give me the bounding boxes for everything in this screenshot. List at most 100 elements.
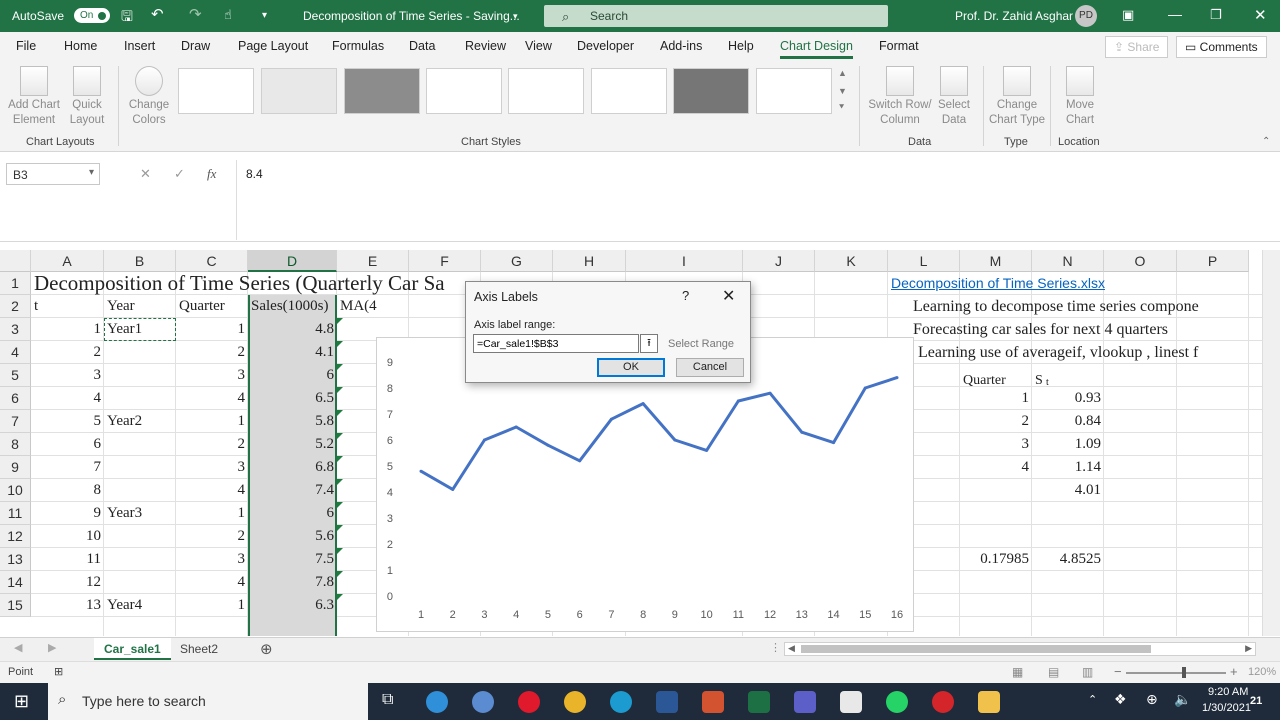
restore-icon[interactable]: ❐ (1210, 7, 1222, 23)
horizontal-scrollbar[interactable]: ◀ ▶ (784, 642, 1256, 656)
row-header-15[interactable]: 15 (0, 594, 31, 617)
tab-view[interactable]: View (525, 39, 552, 53)
store-icon[interactable] (840, 691, 862, 713)
zoom-level[interactable]: 120% (1248, 666, 1276, 678)
powerpoint-icon[interactable] (702, 691, 724, 713)
windows-start-icon[interactable]: ⊞ (14, 691, 29, 712)
tab-data[interactable]: Data (409, 39, 435, 53)
tab-help[interactable]: Help (728, 39, 754, 53)
row-header-10[interactable]: 10 (0, 479, 31, 502)
help-icon[interactable]: ? (682, 288, 689, 303)
gallery-scroll-up-icon[interactable]: ▲ (838, 68, 847, 78)
gallery-scroll-down-icon[interactable]: ▼ (838, 86, 847, 96)
row-header-1[interactable]: 1 (0, 272, 31, 295)
avatar[interactable]: PD (1075, 5, 1097, 27)
minimize-icon[interactable]: — (1168, 6, 1182, 22)
dialog-close-icon[interactable]: ✕ (722, 286, 735, 306)
notification-badge[interactable]: 21 (1250, 695, 1262, 707)
touch-mode-icon[interactable]: ☝ (224, 7, 232, 23)
column-header-h[interactable]: H (553, 250, 626, 272)
axis-label-range-input[interactable] (473, 334, 639, 353)
scroll-sheets-left-icon[interactable]: ◀ (14, 641, 22, 654)
comments-button[interactable]: ▭ Comments (1176, 36, 1267, 58)
autosave-toggle[interactable]: On (74, 8, 110, 23)
volume-icon[interactable]: 🔈 (1174, 691, 1191, 708)
opera-icon[interactable] (518, 691, 540, 713)
column-header-g[interactable]: G (481, 250, 553, 272)
vertical-scrollbar[interactable] (1262, 250, 1280, 636)
undo-icon[interactable]: ↶ (151, 5, 164, 23)
row-header-13[interactable]: 13 (0, 548, 31, 571)
network-icon[interactable]: ⊕ (1146, 691, 1158, 708)
dropbox-icon[interactable]: ❖ (1114, 691, 1127, 708)
select-data-button[interactable]: Select Data (934, 66, 974, 128)
page-break-view-icon[interactable]: ▥ (1082, 665, 1093, 679)
zoom-slider[interactable] (1126, 672, 1226, 674)
name-box[interactable]: B3 (6, 163, 100, 185)
page-layout-view-icon[interactable]: ▤ (1048, 665, 1059, 679)
chart-style-5[interactable] (508, 68, 584, 114)
row-header-3[interactable]: 3 (0, 318, 31, 341)
tab-draw[interactable]: Draw (181, 39, 210, 53)
collapse-ribbon-icon[interactable]: ⌃ (1262, 136, 1270, 147)
confirm-entry-icon[interactable]: ✓ (174, 166, 185, 182)
close-icon[interactable]: ✕ (1254, 6, 1267, 24)
tab-add-ins[interactable]: Add-ins (660, 39, 702, 53)
clock-date[interactable]: 1/30/2021 (1202, 702, 1251, 714)
column-header-n[interactable]: N (1032, 250, 1104, 272)
scroll-thumb[interactable] (801, 645, 1151, 653)
sheet-tab-car-sale1[interactable]: Car_sale1 (94, 638, 171, 660)
row-header-12[interactable]: 12 (0, 525, 31, 548)
chart-style-2[interactable] (261, 68, 337, 114)
tab-developer[interactable]: Developer (577, 39, 634, 53)
change-chart-type-button[interactable]: Change Chart Type (988, 66, 1046, 128)
normal-view-icon[interactable]: ▦ (1012, 665, 1023, 679)
column-header-l[interactable]: L (888, 250, 960, 272)
zoom-in-icon[interactable]: + (1230, 664, 1238, 679)
column-header-k[interactable]: K (815, 250, 888, 272)
formula-input[interactable]: 8.4 (236, 160, 1280, 240)
insert-function-icon[interactable]: fx (207, 166, 216, 182)
recorder-icon[interactable] (932, 691, 954, 713)
column-header-c[interactable]: C (176, 250, 248, 272)
cancel-entry-icon[interactable]: ✕ (140, 166, 151, 182)
column-header-m[interactable]: M (960, 250, 1032, 272)
chart-style-8[interactable] (756, 68, 832, 114)
title-dropdown-icon[interactable]: ▾ (513, 11, 518, 22)
tab-home[interactable]: Home (64, 39, 97, 53)
change-colors-button[interactable]: Change Colors (124, 66, 174, 128)
row-header-5[interactable]: 5 (0, 364, 31, 387)
cancel-button[interactable]: Cancel (676, 358, 744, 377)
row-header-4[interactable]: 4 (0, 341, 31, 364)
tab-format[interactable]: Format (879, 39, 919, 53)
column-header-o[interactable]: O (1104, 250, 1177, 272)
add-sheet-icon[interactable]: ⊕ (260, 640, 273, 658)
sheet-options-icon[interactable]: ⋮ (770, 641, 781, 654)
search-box[interactable]: ⌕ Search (544, 5, 888, 27)
file-explorer-icon[interactable] (978, 691, 1000, 713)
quick-layout-button[interactable]: Quick Layout (62, 66, 112, 128)
scroll-right-icon[interactable]: ▶ (1245, 643, 1252, 654)
column-header-j[interactable]: J (743, 250, 815, 272)
tab-insert[interactable]: Insert (124, 39, 155, 53)
collapse-dialog-icon[interactable]: ⭱ (640, 334, 658, 353)
zoom-thumb[interactable] (1182, 667, 1186, 678)
chrome-icon[interactable] (564, 691, 586, 713)
chart-style-7[interactable] (673, 68, 749, 114)
edge-icon[interactable] (426, 691, 448, 713)
macro-record-icon[interactable]: ⊞ (54, 665, 63, 678)
chart-style-6[interactable] (591, 68, 667, 114)
redo-icon[interactable]: ↷ (189, 5, 202, 23)
word-icon[interactable] (656, 691, 678, 713)
tab-file[interactable]: File (16, 39, 36, 53)
row-header-14[interactable]: 14 (0, 571, 31, 594)
tab-page-layout[interactable]: Page Layout (238, 39, 308, 53)
row-header-2[interactable]: 2 (0, 295, 31, 318)
zoom-out-icon[interactable]: − (1114, 664, 1122, 679)
column-header-d[interactable]: D (248, 250, 337, 272)
column-header-p[interactable]: P (1177, 250, 1249, 272)
select-all-corner[interactable] (0, 250, 31, 272)
row-header-9[interactable]: 9 (0, 456, 31, 479)
teams-icon[interactable] (794, 691, 816, 713)
taskbar-search[interactable]: ⌕ Type here to search (48, 683, 368, 720)
